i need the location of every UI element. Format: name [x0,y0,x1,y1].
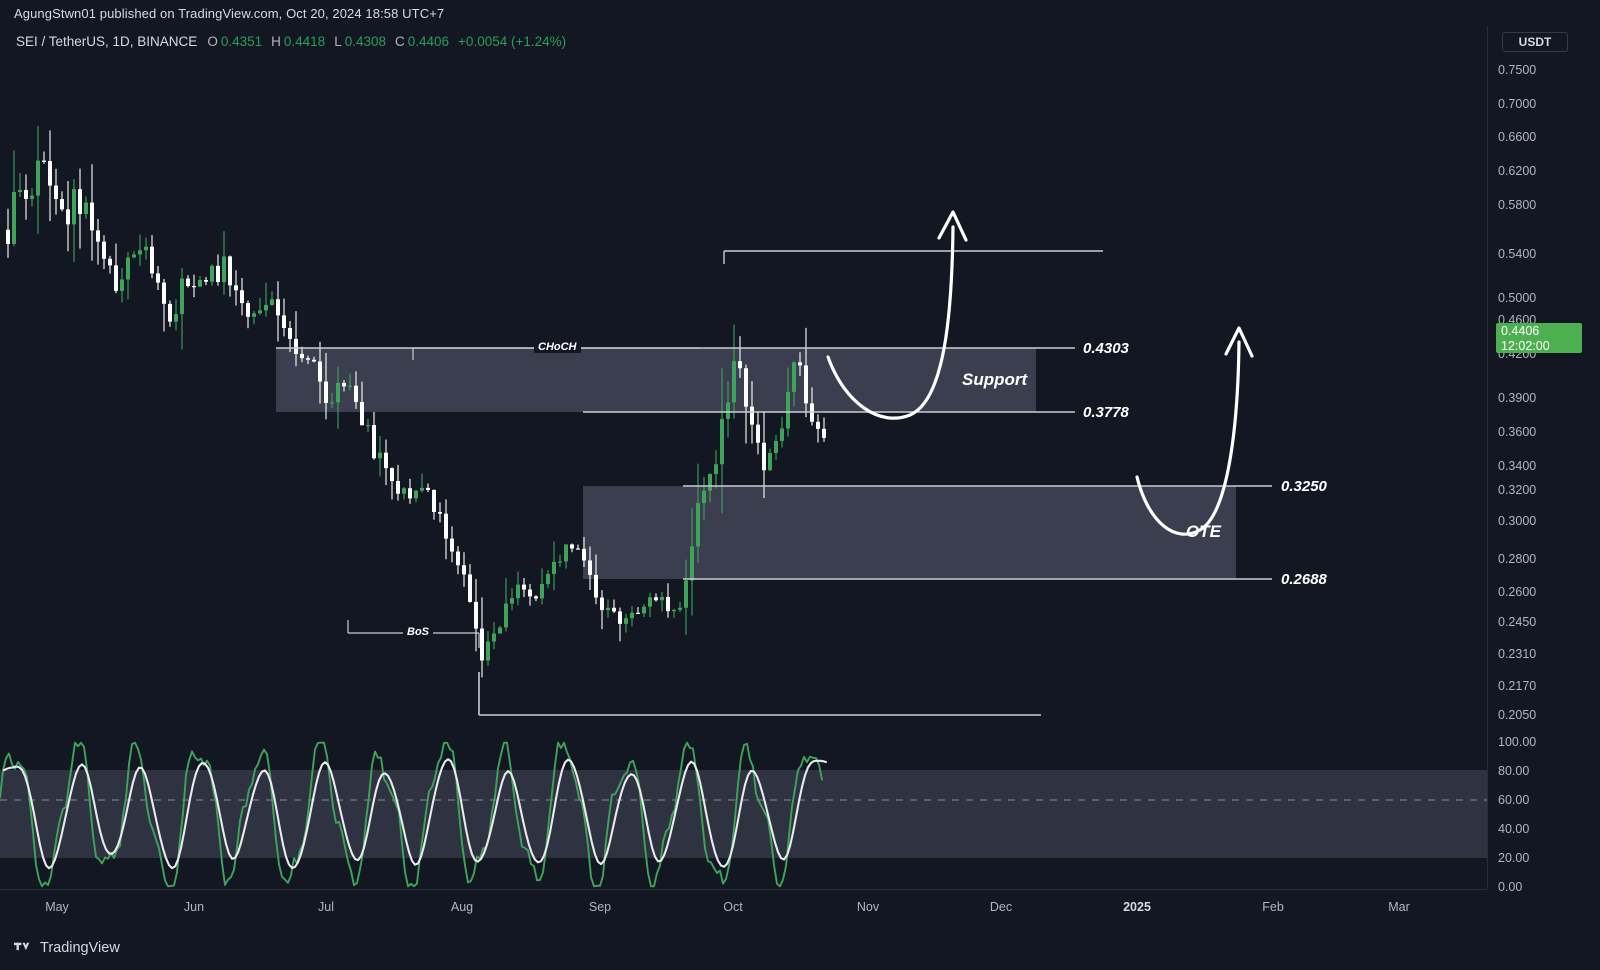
price-tick: 0.5800 [1498,198,1537,212]
price-tick: 0.3200 [1498,483,1537,497]
time-tick: Sep [588,900,612,914]
level-label-2: 0.3250 [1281,478,1327,495]
price-scale[interactable]: USDT 0.7500 0.7000 0.6600 0.6200 0.5800 0.540… [1487,26,1600,894]
close-key: C [395,33,405,49]
price-tick: 0.2800 [1498,552,1537,566]
price-tick: 0.3400 [1498,459,1537,473]
currency-badge[interactable]: USDT [1502,32,1568,52]
price-tick: 0.7000 [1498,97,1537,111]
time-tick: May [45,900,69,914]
price-tick: 0.2170 [1498,679,1537,693]
oscillator-tick: 40.00 [1498,822,1530,836]
low-key: L [334,33,342,49]
time-tick: Dec [989,900,1013,914]
price-tick: 0.5400 [1498,247,1537,261]
time-tick: Feb [1262,900,1284,914]
time-tick: Jun [183,900,205,914]
change-value: +0.0054 (+1.24%) [458,33,567,49]
price-tick: 0.7500 [1498,63,1537,77]
last-price-value: 0.4406 [1501,324,1540,338]
time-tick: Jul [318,900,334,914]
time-tick: Nov [856,900,880,914]
oscillator-tick: 0.00 [1498,880,1523,894]
stochastic-series [0,741,1487,888]
price-tick: 0.2310 [1498,647,1537,661]
publisher-bar: AgungStwn01 published on TradingView.com… [0,0,1600,26]
last-price-badge: 0.4406 12:02:00 [1496,323,1582,353]
time-tick: Oct [723,900,743,914]
low-value: 0.4308 [344,33,386,49]
publisher-text: AgungStwn01 published on TradingView.com… [14,5,445,21]
stochastic-k-line [0,741,823,888]
footer-bar: TradingView [0,925,1600,970]
price-tick: 0.2450 [1498,615,1537,629]
level-label-0: 0.4303 [1083,340,1129,357]
time-scale[interactable]: May Jun Jul Aug Sep Oct Nov Dec 2025 Feb Mar [0,889,1487,925]
ote-bounce-arrow [1135,340,1241,536]
price-tick: 0.6200 [1498,164,1537,178]
close-value: 0.4406 [407,33,450,49]
tradingview-mark-icon [14,942,30,951]
price-tick: 0.3000 [1498,514,1537,528]
price-tick: 0.3600 [1498,425,1537,439]
price-tick: 0.3900 [1498,391,1537,405]
bos-label: BoS [403,626,433,638]
price-tick: 0.5000 [1498,291,1537,305]
oscillator-tick: 20.00 [1498,851,1530,865]
level-label-3: 0.2688 [1281,571,1327,588]
price-chart-pane[interactable]: CHoCH BoS 0.4303 0.3778 0.3250 0.2688 Su… [0,52,1487,741]
drawing-overlay[interactable] [0,52,1487,741]
support-bounce-arrow [826,225,955,420]
high-key: H [271,33,281,49]
time-tick: Mar [1388,900,1410,914]
tradingview-logo[interactable]: TradingView [14,940,120,956]
ote-zone-label: OTE [1186,522,1221,541]
time-tick: 2025 [1123,900,1151,914]
chart-legend[interactable]: SEI / TetherUS, 1D, BINANCE O 0.4351 H 0.4… [0,30,566,52]
choch-label: CHoCH [534,341,581,353]
oscillator-tick: 80.00 [1498,764,1530,778]
last-price-countdown: 12:02:00 [1501,339,1550,353]
tradingview-wordmark: TradingView [40,939,120,956]
price-tick: 0.2050 [1498,708,1537,722]
symbol-label[interactable]: SEI / TetherUS, 1D, BINANCE [16,34,197,49]
open-key: O [207,33,218,49]
price-tick: 0.2600 [1498,585,1537,599]
level-label-1: 0.3778 [1083,404,1129,421]
open-value: 0.4351 [220,33,263,49]
price-tick: 0.6600 [1498,130,1537,144]
oscillator-tick: 100.00 [1498,735,1537,749]
stochastic-pane[interactable] [0,741,1487,889]
time-tick: Aug [450,900,474,914]
high-value: 0.4418 [283,33,326,49]
oscillator-tick: 60.00 [1498,793,1530,807]
support-zone-label: Support [962,370,1028,389]
